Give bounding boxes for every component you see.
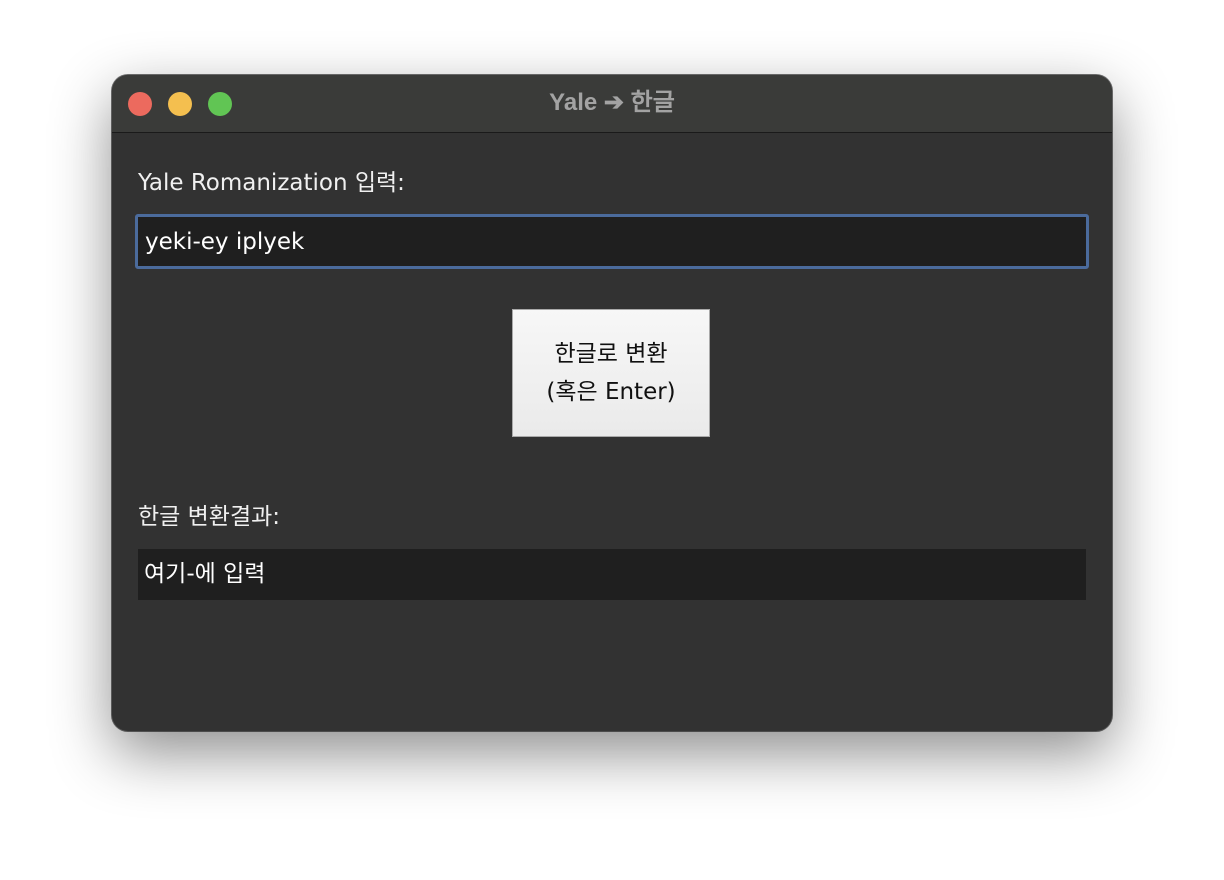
app-window: Yale ➔ 한글 Yale Romanization 입력: 한글로 변환 (… xyxy=(112,75,1112,731)
convert-button[interactable]: 한글로 변환 (혹은 Enter) xyxy=(512,309,710,437)
title-bar[interactable]: Yale ➔ 한글 xyxy=(112,75,1112,133)
hangul-result-field[interactable]: 여기-에 입력 xyxy=(138,549,1086,600)
window-title: Yale ➔ 한글 xyxy=(549,89,675,116)
main-content: Yale Romanization 입력: 한글로 변환 (혹은 Enter) … xyxy=(112,133,1112,731)
output-label: 한글 변환결과: xyxy=(138,504,281,530)
convert-button-label: 한글로 변환 xyxy=(554,341,668,367)
input-label: Yale Romanization 입력: xyxy=(138,170,405,196)
yale-input-field[interactable] xyxy=(135,214,1089,269)
convert-button-hint: (혹은 Enter) xyxy=(546,379,676,405)
